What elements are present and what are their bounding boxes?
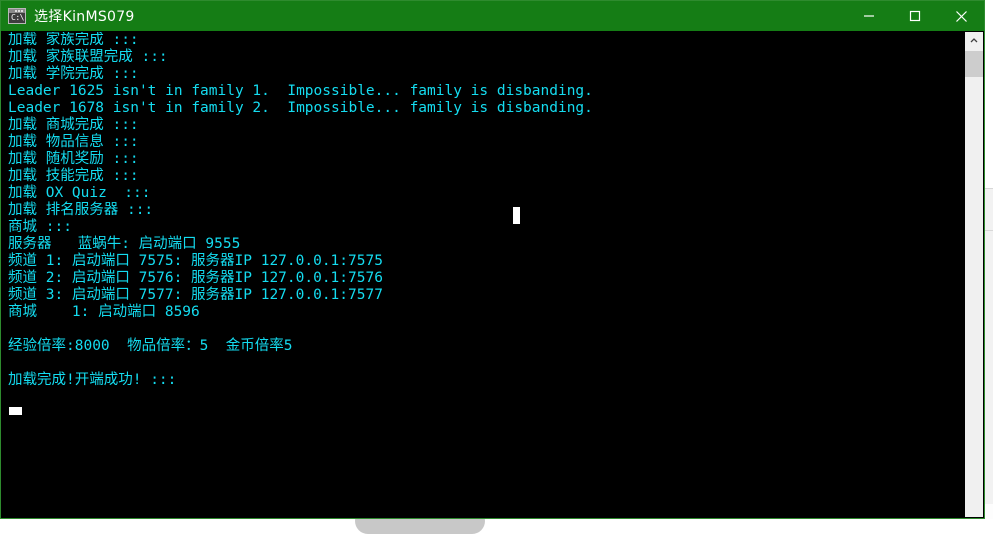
console-line: 服务器 蓝蜗牛: 启动端口 9555 bbox=[8, 236, 241, 252]
console-line: 加载 家族联盟完成 ::: bbox=[8, 49, 168, 65]
minimize-icon bbox=[864, 15, 874, 17]
console-line: Leader 1625 isn't in family 1. Impossibl… bbox=[8, 83, 593, 99]
console-line: 加载 排名服务器 ::: bbox=[8, 202, 154, 218]
console-line: 加载 OX Quiz ::: bbox=[8, 185, 151, 201]
minimize-button[interactable] bbox=[846, 1, 892, 31]
console-line: 加载 技能完成 ::: bbox=[8, 168, 139, 184]
chevron-up-icon bbox=[970, 38, 978, 43]
cmd-console-icon: C:\ bbox=[8, 8, 26, 24]
console-window: C:\ 选择KinMS079 加载 家族完成 ::: 加载 家族联盟完成:::… bbox=[0, 0, 985, 519]
console-line: Leader 1678 isn't in family 2. Impossibl… bbox=[8, 100, 593, 116]
cmd-icon-prompt-text: C:\ bbox=[11, 13, 24, 22]
console-log-text: 加载 家族完成 ::: 加载 家族联盟完成 ::: 加载 学院完成 ::: Leade… bbox=[8, 32, 593, 389]
maximize-icon bbox=[909, 10, 921, 22]
console-line: 加载完成!开端成功! ::: bbox=[8, 372, 177, 388]
console-line: 经验倍率:8000 物品倍率：5 金币倍率5 bbox=[8, 338, 293, 354]
scrollbar-thumb[interactable] bbox=[965, 51, 983, 77]
console-line: 加载 家族完成 ::: bbox=[8, 32, 139, 48]
console-line: 加载 学院完成 ::: bbox=[8, 66, 139, 82]
console-output-area[interactable]: 加载 家族完成 ::: 加载 家族联盟完成 ::: 加载 学院完成 ::: Leade… bbox=[2, 32, 983, 517]
console-line: 商城 ::: bbox=[8, 219, 72, 235]
console-line: 频道 1: 启动端口 7575: 服务器IP 127.0.0.1:7575 bbox=[8, 253, 383, 269]
text-cursor-block bbox=[513, 207, 520, 224]
console-line: 商城 1: 启动端口 8596 bbox=[8, 304, 200, 320]
window-title: 选择KinMS079 bbox=[34, 9, 135, 25]
close-button[interactable] bbox=[938, 1, 984, 31]
maximize-button[interactable] bbox=[892, 1, 938, 31]
console-line: 加载 商城完成 ::: bbox=[8, 117, 139, 133]
window-controls bbox=[846, 1, 984, 31]
console-line: 频道 3: 启动端口 7577: 服务器IP 127.0.0.1:7577 bbox=[8, 287, 383, 303]
scrollbar-up-button[interactable] bbox=[965, 32, 983, 50]
console-line: 频道 2: 启动端口 7576: 服务器IP 127.0.0.1:7576 bbox=[8, 270, 383, 286]
console-prompt-caret bbox=[9, 407, 22, 415]
title-bar[interactable]: C:\ 选择KinMS079 bbox=[1, 1, 984, 31]
close-icon bbox=[955, 10, 967, 22]
vertical-scrollbar[interactable] bbox=[965, 32, 983, 517]
console-line: 加载 物品信息 ::: bbox=[8, 134, 139, 150]
console-line: 加载 随机奖励 ::: bbox=[8, 151, 139, 167]
